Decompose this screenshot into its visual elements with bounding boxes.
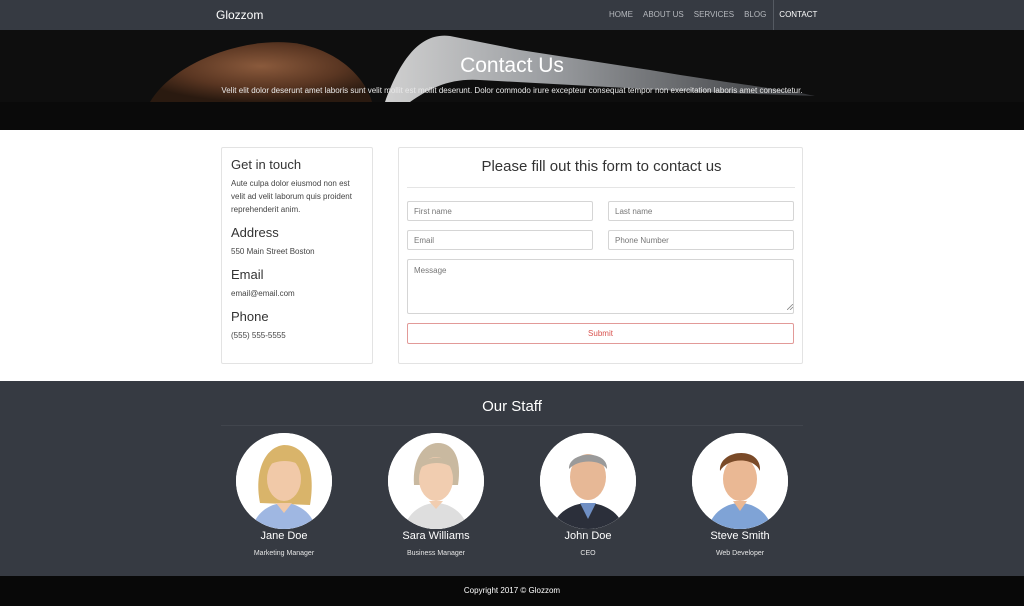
footer: Copyright 2017 © Glozzom bbox=[0, 576, 1024, 606]
avatar bbox=[388, 433, 484, 529]
nav-link-about-us[interactable]: ABOUT US bbox=[638, 0, 689, 30]
staff-member-role: Web Developer bbox=[715, 550, 765, 557]
avatar bbox=[692, 433, 788, 529]
nav-link-contact[interactable]: CONTACT bbox=[773, 0, 822, 30]
phone-heading: Phone bbox=[231, 309, 269, 324]
email-input[interactable] bbox=[407, 230, 593, 250]
staff-member-name: Sara Williams bbox=[402, 530, 470, 542]
hero-subtitle: Velit elit dolor deserunt amet laboris s… bbox=[221, 86, 803, 95]
staff-section: Our Staff Jane Doe Marketing Manager Sar… bbox=[0, 381, 1024, 576]
nav-link-home[interactable]: HOME bbox=[604, 0, 638, 30]
last-name-input[interactable] bbox=[608, 201, 794, 221]
resize-grip-icon[interactable] bbox=[787, 304, 793, 310]
nav-menu: HOME ABOUT US SERVICES BLOG CONTACT bbox=[604, 0, 822, 30]
phone-number-input[interactable] bbox=[608, 230, 794, 250]
staff-member-name: Steve Smith bbox=[710, 530, 770, 542]
first-name-input[interactable] bbox=[407, 201, 593, 221]
staff-member-name: John Doe bbox=[564, 530, 612, 542]
staff-member-role: CEO bbox=[580, 550, 596, 557]
staff-member-name: Jane Doe bbox=[260, 530, 308, 542]
staff-member-card: Sara Williams Business Manager bbox=[376, 433, 496, 557]
navbar: Glozzom HOME ABOUT US SERVICES BLOG CONT… bbox=[0, 0, 1024, 30]
avatar bbox=[540, 433, 636, 529]
get-in-touch-text: Aute culpa dolor eiusmod non est velit a… bbox=[231, 179, 352, 214]
form-title: Please fill out this form to contact us bbox=[481, 158, 722, 175]
staff-member-card: John Doe CEO bbox=[528, 433, 648, 557]
address-value: 550 Main Street Boston bbox=[231, 247, 315, 256]
submit-button[interactable]: Submit bbox=[407, 323, 794, 344]
address-heading: Address bbox=[231, 225, 279, 240]
email-heading: Email bbox=[231, 267, 264, 282]
message-textarea[interactable] bbox=[407, 259, 794, 314]
staff-divider bbox=[221, 425, 803, 426]
hero-banner: Contact Us Velit elit dolor deserunt ame… bbox=[0, 30, 1024, 130]
page-title: Contact Us bbox=[460, 54, 564, 77]
phone-value: (555) 555-5555 bbox=[231, 331, 286, 340]
staff-member-card: Steve Smith Web Developer bbox=[680, 433, 800, 557]
staff-member-card: Jane Doe Marketing Manager bbox=[224, 433, 344, 557]
brand-logo[interactable]: Glozzom bbox=[216, 8, 263, 22]
form-divider bbox=[407, 187, 795, 188]
contact-form-card: Please fill out this form to contact us … bbox=[398, 147, 803, 364]
avatar bbox=[236, 433, 332, 529]
get-in-touch-heading: Get in touch bbox=[231, 157, 302, 172]
email-value: email@email.com bbox=[231, 289, 295, 298]
staff-heading: Our Staff bbox=[482, 398, 542, 415]
hero-background-image bbox=[0, 30, 1024, 130]
staff-member-role: Marketing Manager bbox=[253, 550, 315, 557]
staff-member-role: Business Manager bbox=[407, 550, 465, 557]
contact-info-card: Get in touch Aute culpa dolor eiusmod no… bbox=[221, 147, 373, 364]
copyright-text: Copyright 2017 © Glozzom bbox=[463, 586, 561, 595]
nav-link-services[interactable]: SERVICES bbox=[689, 0, 739, 30]
nav-link-blog[interactable]: BLOG bbox=[739, 0, 771, 30]
